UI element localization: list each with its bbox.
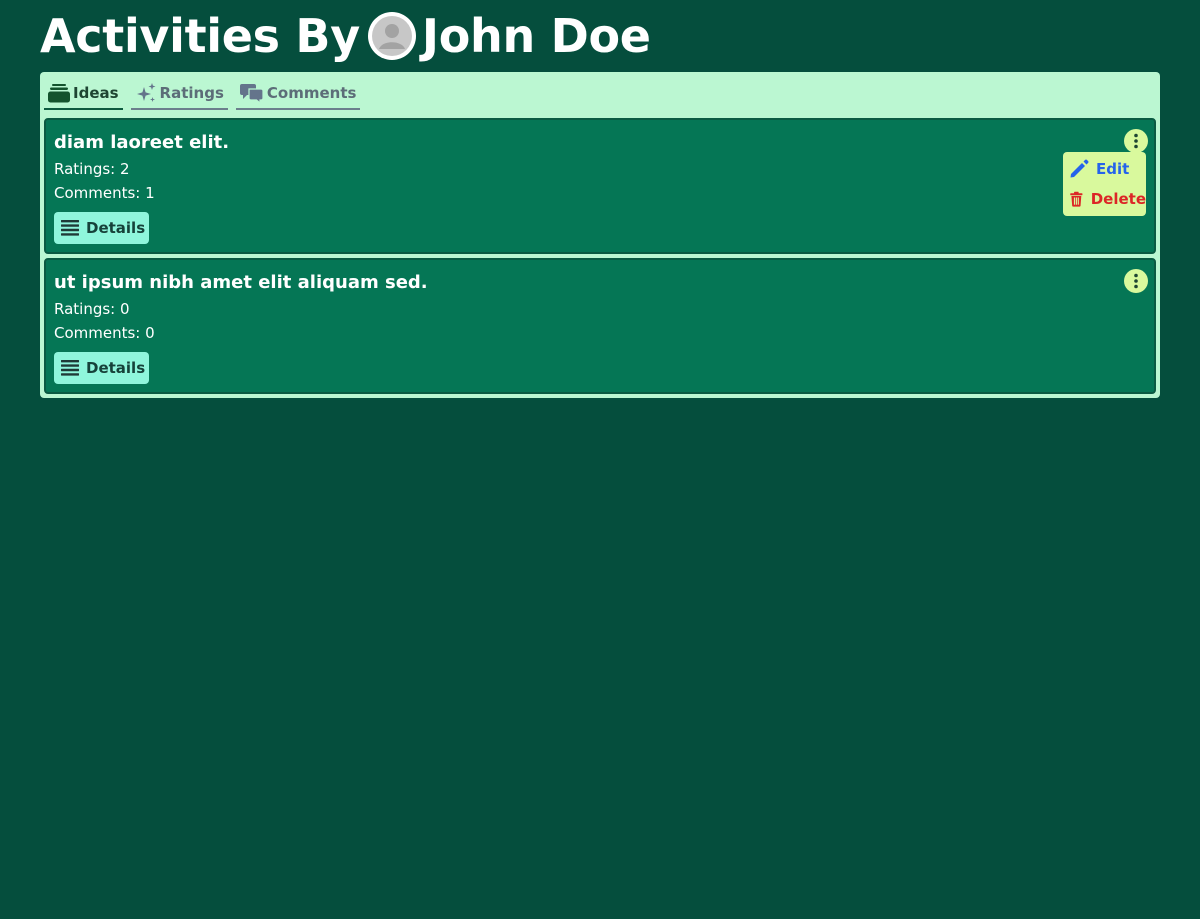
tab-ratings-label: Ratings (159, 84, 224, 102)
delete-menu-label: Delete (1090, 190, 1146, 208)
tab-ratings[interactable]: Ratings (130, 78, 228, 110)
edit-menu-label: Edit (1096, 160, 1130, 178)
tab-comments[interactable]: Comments (235, 78, 361, 110)
activities-panel: Ideas Ratings Comments diam laoreet elit… (40, 72, 1160, 398)
sparkles-icon (136, 83, 156, 102)
details-button[interactable]: Details (54, 352, 150, 384)
idea-card: diam laoreet elit. Ratings: 2 Comments: … (44, 118, 1156, 254)
idea-ratings-count: Ratings: 2 (54, 160, 130, 178)
more-options-button[interactable] (1124, 129, 1148, 153)
details-button-label: Details (86, 359, 146, 377)
tab-ideas[interactable]: Ideas (44, 78, 123, 110)
user-avatar-icon (371, 16, 412, 56)
details-button-label: Details (86, 219, 146, 237)
trash-icon (1070, 191, 1083, 207)
page-title: Activities By John Doe (40, 6, 651, 66)
chat-bubbles-icon (239, 84, 264, 104)
idea-card: ut ipsum nibh amet elit aliquam sed. Rat… (44, 258, 1156, 394)
tab-comments-label: Comments (266, 84, 357, 102)
idea-title: ut ipsum nibh amet elit aliquam sed. (54, 272, 428, 293)
title-prefix: Activities By (40, 9, 360, 63)
stack-icon (48, 84, 70, 103)
list-icon (61, 220, 79, 236)
tab-ideas-label: Ideas (73, 84, 119, 102)
kebab-menu-icon (1134, 133, 1138, 149)
list-icon (61, 360, 79, 376)
details-button[interactable]: Details (54, 212, 150, 244)
kebab-menu-icon (1134, 273, 1138, 289)
avatar (367, 12, 416, 60)
delete-menu-item[interactable]: Delete (1063, 184, 1146, 214)
idea-comments-count: Comments: 0 (54, 324, 155, 342)
edit-menu-item[interactable]: Edit (1063, 154, 1146, 184)
idea-ratings-count: Ratings: 0 (54, 300, 130, 318)
user-name: John Doe (421, 9, 651, 63)
idea-title: diam laoreet elit. (54, 132, 230, 153)
pencil-icon (1070, 159, 1089, 178)
options-menu: Edit Delete (1063, 152, 1146, 216)
page: Activities By John Doe Ideas Ratings Com… (0, 0, 1200, 919)
more-options-button[interactable] (1124, 269, 1148, 293)
activity-tabs: Ideas Ratings Comments (44, 78, 361, 110)
idea-comments-count: Comments: 1 (54, 184, 155, 202)
